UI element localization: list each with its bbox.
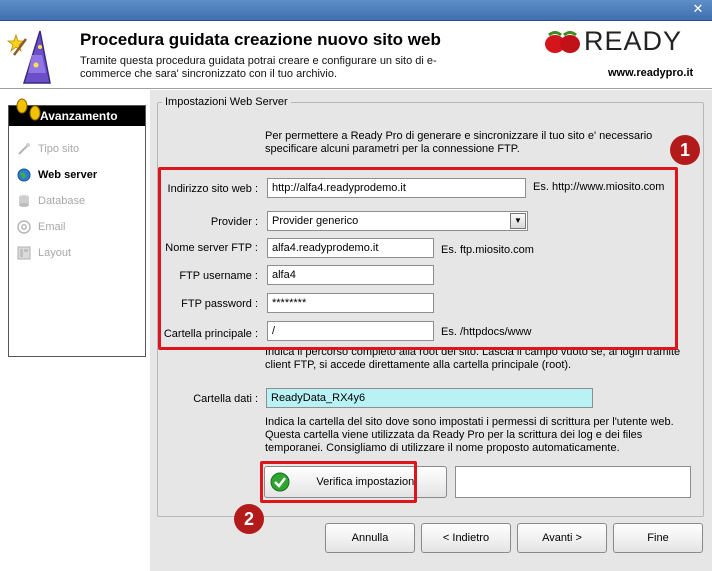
annotation-badge-2: 2 bbox=[234, 504, 264, 534]
data-folder-note: Indica la cartella del sito dove sono im… bbox=[265, 416, 674, 454]
close-icon[interactable]: ✕ bbox=[690, 2, 706, 18]
wizard-header: Procedura guidata creazione nuovo sito w… bbox=[0, 21, 712, 89]
intro-text: Per permettere a Ready Pro di generare e… bbox=[265, 130, 653, 155]
group-title: Impostazioni Web Server bbox=[162, 96, 291, 108]
globe-icon bbox=[17, 168, 31, 182]
back-button[interactable]: < Indietro bbox=[421, 523, 511, 553]
page-description: Tramite questa procedura guidata potrai … bbox=[80, 55, 437, 80]
data-folder-label: Cartella dati : bbox=[193, 393, 258, 405]
next-button[interactable]: Avanti > bbox=[517, 523, 607, 553]
annotation-badge-1: 1 bbox=[670, 135, 700, 165]
sidebar: Avanzamento Tipo sito Web server Databas… bbox=[0, 90, 150, 571]
page-title: Procedura guidata creazione nuovo sito w… bbox=[80, 30, 441, 49]
sidebar-item-database: Database bbox=[17, 192, 143, 210]
wand-icon bbox=[18, 143, 30, 155]
annotation-box-verify bbox=[260, 461, 417, 503]
sidebar-item-web-server: Web server bbox=[17, 166, 143, 184]
brand-name: READY bbox=[584, 26, 683, 56]
wizard-hat-icon bbox=[6, 30, 51, 84]
footsteps-icon bbox=[16, 98, 41, 121]
sidebar-item-layout: Layout bbox=[17, 244, 143, 262]
window-titlebar: ✕ bbox=[0, 0, 712, 21]
annotation-box-ftp-fields bbox=[158, 167, 678, 350]
layout-icon bbox=[17, 246, 31, 260]
sidebar-item-tipo-sito: Tipo sito bbox=[17, 140, 143, 158]
email-icon bbox=[17, 220, 31, 234]
brand-url[interactable]: www.readypro.it bbox=[608, 67, 693, 79]
strawberry-icon bbox=[545, 31, 580, 53]
verify-result-field bbox=[455, 466, 691, 498]
brand-logo: READY bbox=[543, 26, 703, 57]
cancel-button[interactable]: Annulla bbox=[325, 523, 415, 553]
sidebar-item-email: Email bbox=[17, 218, 143, 236]
progress-panel: Avanzamento Tipo sito Web server Databas… bbox=[8, 98, 146, 357]
database-icon bbox=[19, 195, 29, 207]
data-folder-input[interactable]: ReadyData_RX4y6 bbox=[266, 388, 593, 408]
finish-button[interactable]: Fine bbox=[613, 523, 703, 553]
